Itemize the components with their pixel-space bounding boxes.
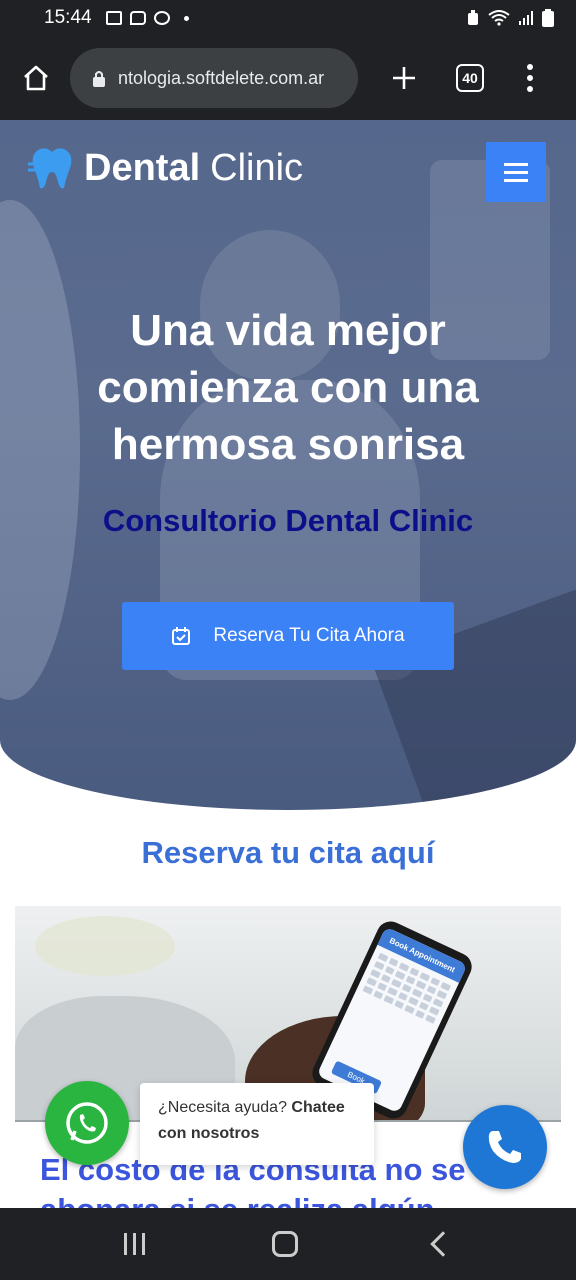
status-right-icons (466, 9, 554, 27)
booking-section-title: Reserva tu cita aquí (141, 835, 435, 870)
browser-toolbar: ntologia.softdelete.com.ar 40 (0, 36, 576, 120)
image-icon (105, 11, 122, 25)
menu-dot-icon (527, 75, 533, 81)
whatsapp-icon (66, 1102, 108, 1144)
plus-icon (393, 67, 415, 89)
call-button[interactable] (463, 1105, 547, 1189)
status-left-icons (105, 11, 189, 25)
help-prefix: ¿Necesita ayuda? (158, 1099, 287, 1116)
hamburger-line-icon (504, 178, 528, 182)
tab-switcher-button[interactable]: 40 (448, 56, 492, 100)
recents-button[interactable] (123, 1233, 145, 1255)
alarm-icon (468, 10, 478, 25)
status-time: 15:44 (44, 7, 92, 28)
menu-toggle-button[interactable] (486, 142, 546, 202)
book-appointment-button[interactable]: Reserva Tu Cita Ahora (122, 602, 454, 670)
menu-dot-icon (527, 86, 533, 92)
logo-text-light: Clinic (210, 146, 304, 189)
menu-dot-icon (527, 64, 533, 70)
message-icon (129, 11, 146, 25)
chat-help-bubble[interactable]: ¿Necesita ayuda? Chatee con nosotros (140, 1083, 374, 1165)
home-button[interactable] (14, 56, 58, 100)
nav-home-button[interactable] (272, 1231, 299, 1257)
lock-icon (93, 71, 105, 87)
phone-icon (488, 1131, 521, 1163)
home-icon (24, 65, 48, 91)
tooth-icon (28, 148, 72, 189)
tab-count: 40 (456, 64, 484, 92)
hero-section: Dental Clinic Una vida mejor comienza co… (0, 120, 576, 810)
address-bar[interactable]: ntologia.softdelete.com.ar (70, 48, 358, 108)
signal-icon (519, 11, 533, 25)
back-button[interactable] (430, 1231, 456, 1257)
web-page: Dental Clinic Una vida mejor comienza co… (0, 120, 576, 1208)
whatsapp-button[interactable] (45, 1081, 129, 1165)
pinwheel-icon (153, 11, 170, 25)
battery-icon (542, 9, 554, 27)
browser-menu-button[interactable] (508, 56, 552, 100)
status-bar: 15:44 (0, 0, 576, 36)
notification-dot-icon (183, 15, 189, 21)
wifi-icon (488, 10, 510, 26)
logo-text-strong: Dental (84, 146, 201, 189)
calendar-check-icon (172, 627, 191, 645)
hero-subtitle: Consultorio Dental Clinic (102, 503, 474, 538)
book-appointment-label: Reserva Tu Cita Ahora (213, 625, 405, 646)
url-text: ntologia.softdelete.com.ar (118, 67, 325, 88)
hamburger-line-icon (504, 162, 528, 166)
hamburger-line-icon (504, 170, 528, 174)
android-nav-bar (0, 1208, 576, 1280)
site-logo[interactable]: Dental Clinic (28, 146, 303, 190)
new-tab-button[interactable] (382, 56, 426, 100)
hero-title: Una vida mejor comienza con una hermosa … (97, 306, 479, 469)
